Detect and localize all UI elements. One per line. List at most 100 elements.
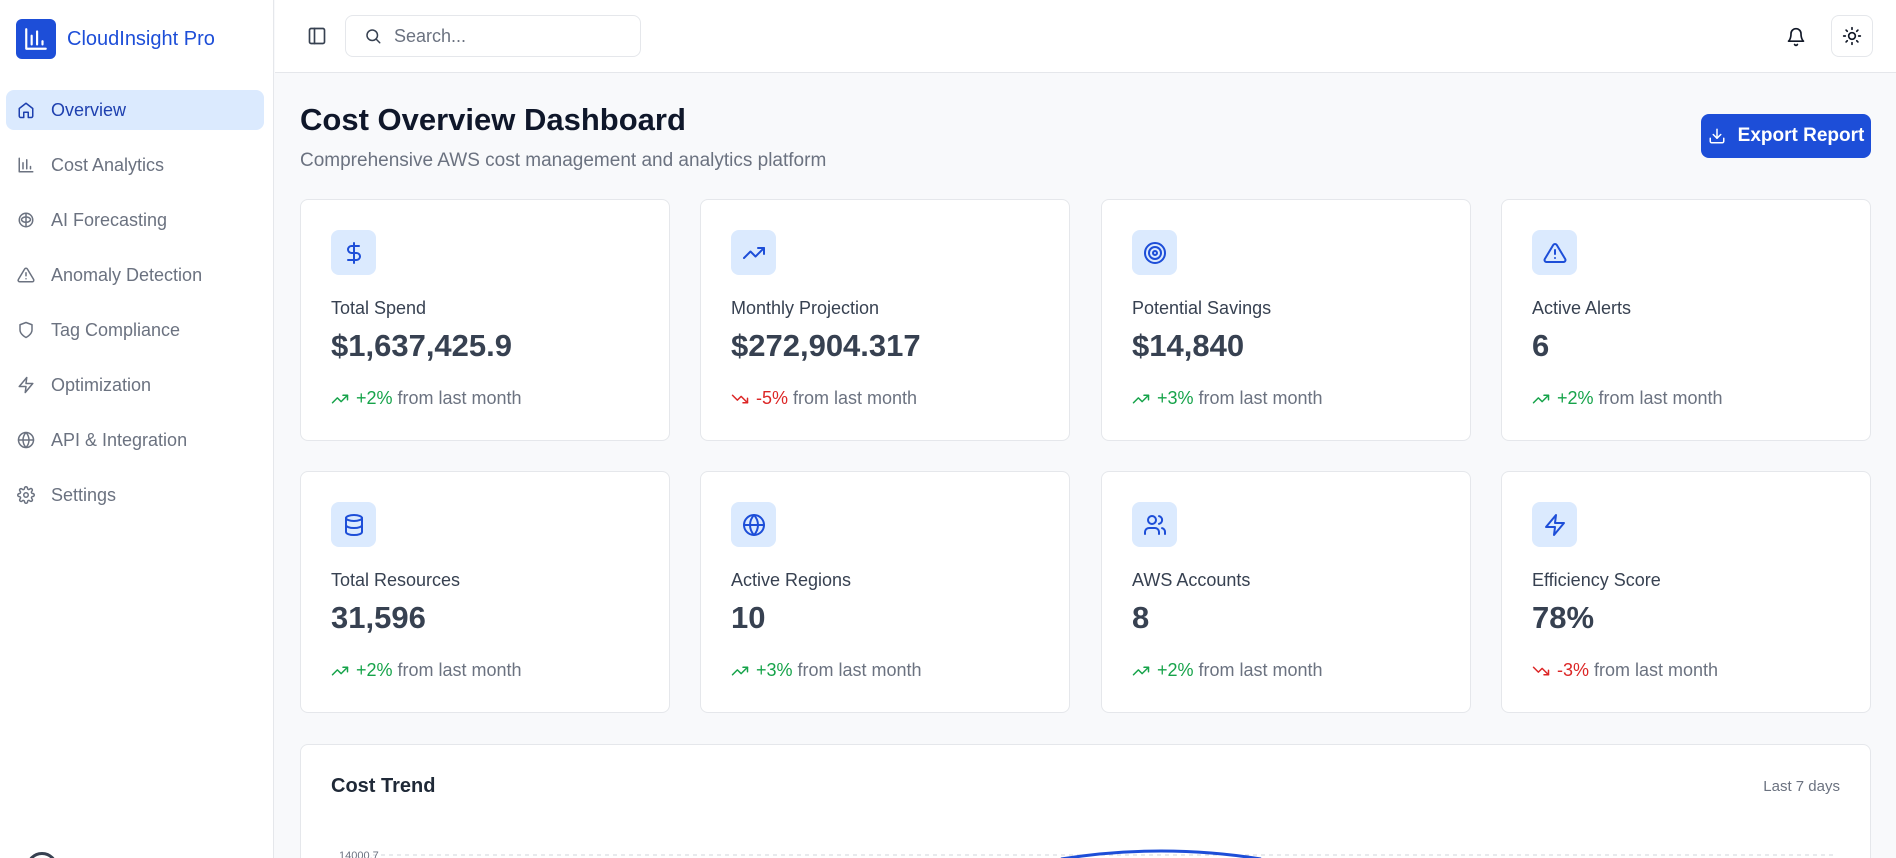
topbar <box>275 0 1896 73</box>
cost-trend-card: Cost Trend Last 7 days 14000.7 <box>300 744 1871 858</box>
stat-label: Total Spend <box>331 298 427 318</box>
stat-change-percent: +2% <box>1557 388 1594 408</box>
shield-icon <box>16 320 36 340</box>
stat-change-suffix: from last month <box>397 660 522 680</box>
trending-up-icon <box>1132 662 1150 680</box>
trending-up-icon <box>331 662 349 680</box>
stat-card-potential-savings: Potential Savings $14,840 +3% from last … <box>1101 199 1471 441</box>
sidebar-item-ai-forecasting[interactable]: AI Forecasting <box>6 200 264 240</box>
sidebar-item-label: Tag Compliance <box>51 319 181 340</box>
stat-change: +2% from last month <box>1132 660 1323 681</box>
sidebar-item-tag-compliance[interactable]: Tag Compliance <box>6 310 264 350</box>
avatar[interactable] <box>26 852 58 858</box>
zap-icon <box>1532 502 1577 547</box>
stat-value: 31,596 <box>331 600 426 635</box>
stat-card-active-regions: Active Regions 10 +3% from last month <box>700 471 1070 713</box>
page-subtitle: Comprehensive AWS cost management and an… <box>300 150 827 171</box>
sidebar-item-api-integration[interactable]: API & Integration <box>6 420 264 460</box>
sidebar-item-anomaly-detection[interactable]: Anomaly Detection <box>6 255 264 295</box>
stat-change-suffix: from last month <box>1594 660 1719 680</box>
stat-change-percent: -5% <box>756 388 789 408</box>
export-report-label: Export Report <box>1737 125 1865 146</box>
home-icon <box>16 100 36 120</box>
stat-change-percent: +3% <box>756 660 793 680</box>
brand[interactable]: CloudInsight Pro <box>16 19 215 59</box>
stat-label: AWS Accounts <box>1132 570 1251 590</box>
stat-change-suffix: from last month <box>1598 388 1723 408</box>
stat-change-percent: +2% <box>356 660 393 680</box>
globe-icon <box>731 502 776 547</box>
sun-icon <box>1842 26 1862 46</box>
bell-icon[interactable] <box>1785 26 1807 48</box>
trending-down-icon <box>1532 662 1550 680</box>
alert-triangle-icon <box>16 265 36 285</box>
search-icon <box>364 27 382 45</box>
alert-triangle-icon <box>1532 230 1577 275</box>
stat-value: $272,904.317 <box>731 328 921 363</box>
sidebar-item-label: Cost Analytics <box>51 154 165 175</box>
export-report-button[interactable]: Export Report <box>1701 114 1871 158</box>
sidebar-toggle-icon[interactable] <box>307 26 327 46</box>
stat-label: Monthly Projection <box>731 298 880 318</box>
stat-change-percent: +2% <box>1157 660 1194 680</box>
stat-card-total-spend: Total Spend $1,637,425.9 +2% from last m… <box>300 199 670 441</box>
search-input[interactable] <box>394 25 624 47</box>
sidebar-nav: Overview Cost Analytics AI Forecasting A… <box>6 90 264 530</box>
stat-card-aws-accounts: AWS Accounts 8 +2% from last month <box>1101 471 1471 713</box>
stat-change: -5% from last month <box>731 388 917 409</box>
stat-label: Total Resources <box>331 570 461 590</box>
stat-change: +3% from last month <box>731 660 922 681</box>
sidebar-item-label: Optimization <box>51 374 152 395</box>
stat-change: -3% from last month <box>1532 660 1718 681</box>
sidebar-item-optimization[interactable]: Optimization <box>6 365 264 405</box>
sidebar-item-settings[interactable]: Settings <box>6 475 264 515</box>
stat-change: +2% from last month <box>331 388 522 409</box>
download-icon <box>1708 127 1738 145</box>
sidebar-item-label: Settings <box>51 484 117 505</box>
stat-change: +2% from last month <box>1532 388 1723 409</box>
search-box[interactable] <box>345 15 641 57</box>
cost-trend-chart: 14000.7 <box>339 849 1836 858</box>
page-title: Cost Overview Dashboard <box>300 102 686 137</box>
brain-icon <box>16 210 36 230</box>
stat-card-monthly-projection: Monthly Projection $272,904.317 -5% from… <box>700 199 1070 441</box>
trending-up-icon <box>1132 390 1150 408</box>
stat-label: Potential Savings <box>1132 298 1272 318</box>
stat-change: +3% from last month <box>1132 388 1323 409</box>
globe-icon <box>16 430 36 450</box>
stat-change-suffix: from last month <box>397 388 522 408</box>
dollar-icon <box>331 230 376 275</box>
stat-label: Efficiency Score <box>1532 570 1661 590</box>
stat-card-total-resources: Total Resources 31,596 +2% from last mon… <box>300 471 670 713</box>
target-icon <box>1132 230 1177 275</box>
stat-value: $14,840 <box>1132 328 1245 363</box>
stat-change-suffix: from last month <box>797 660 922 680</box>
trending-down-icon <box>731 390 749 408</box>
stat-change: +2% from last month <box>331 660 522 681</box>
sidebar-item-label: Overview <box>51 99 127 120</box>
trending-up-icon <box>331 390 349 408</box>
theme-toggle-button[interactable] <box>1831 15 1873 57</box>
stat-card-active-alerts: Active Alerts 6 +2% from last month <box>1501 199 1871 441</box>
stat-card-efficiency-score: Efficiency Score 78% -3% from last month <box>1501 471 1871 713</box>
stat-change-percent: +3% <box>1157 388 1194 408</box>
users-icon <box>1132 502 1177 547</box>
trending-up-icon <box>731 230 776 275</box>
stat-change-suffix: from last month <box>1198 388 1323 408</box>
sidebar-item-label: API & Integration <box>51 429 188 450</box>
sidebar-item-overview[interactable]: Overview <box>6 90 264 130</box>
stat-value: 8 <box>1132 600 1150 635</box>
stat-change-suffix: from last month <box>793 388 918 408</box>
stat-change-suffix: from last month <box>1198 660 1323 680</box>
bar-chart-icon <box>16 155 36 175</box>
y-tick-label: 14000.7 <box>339 850 379 858</box>
stat-value: 10 <box>731 600 766 635</box>
sidebar-item-cost-analytics[interactable]: Cost Analytics <box>6 145 264 185</box>
stat-value: 78% <box>1532 600 1595 635</box>
database-icon <box>331 502 376 547</box>
gear-icon <box>16 485 36 505</box>
stat-change-percent: +2% <box>356 388 393 408</box>
zap-icon <box>16 375 36 395</box>
sidebar: CloudInsight Pro Overview Cost Analytics… <box>0 0 274 858</box>
stat-change-percent: -3% <box>1557 660 1590 680</box>
